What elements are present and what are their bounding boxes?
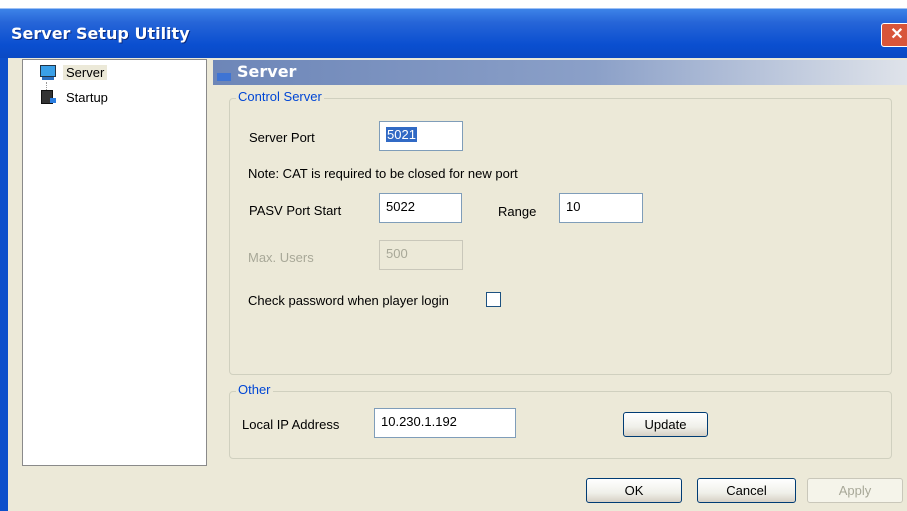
max-users-label: Max. Users [248,250,314,265]
title-bar[interactable]: Server Setup Utility ✕ [0,0,907,58]
panel-title: Server [237,62,297,81]
tree-item-label: Startup [66,89,108,105]
pasv-port-value: 5022 [386,199,415,214]
tree-item-label: Server [63,64,108,80]
navigation-tree[interactable]: Server Startup [22,59,207,466]
server-port-input[interactable]: 5021 [379,121,463,151]
local-ip-label: Local IP Address [242,417,340,432]
tree-item-server[interactable]: Server [38,63,108,81]
window-title: Server Setup Utility [11,24,190,43]
pasv-port-label: PASV Port Start [249,203,342,218]
control-server-group [229,98,892,375]
check-password-checkbox[interactable] [486,292,501,307]
apply-button: Apply [807,478,903,503]
ok-button[interactable]: OK [586,478,682,503]
dialog-window: Server Setup Utility ✕ Server Startup Se… [0,0,907,511]
max-users-value: 500 [386,246,408,261]
local-ip-input[interactable]: 10.230.1.192 [374,408,516,438]
tree-item-startup[interactable]: Startup [38,88,111,106]
monitor-icon [38,64,56,80]
control-server-legend: Control Server [236,89,324,104]
window-frame-left [0,58,8,511]
server-port-value: 5021 [386,127,417,142]
pasv-port-input[interactable]: 5022 [379,193,462,223]
close-button[interactable]: ✕ [881,23,907,47]
startup-icon [38,89,56,105]
local-ip-value: 10.230.1.192 [381,414,457,429]
check-password-label: Check password when player login [248,293,449,308]
range-label: Range [498,204,537,219]
header-marker-icon [217,73,231,81]
cancel-button[interactable]: Cancel [697,478,796,503]
panel-header: Server [213,60,907,85]
close-icon: ✕ [890,26,904,43]
server-port-label: Server Port [249,130,315,145]
update-button[interactable]: Update [623,412,708,437]
range-input[interactable]: 10 [559,193,643,223]
max-users-input: 500 [379,240,463,270]
range-value: 10 [566,199,581,214]
other-legend: Other [236,382,273,397]
new-port-note: Note: CAT is required to be closed for n… [248,166,518,181]
